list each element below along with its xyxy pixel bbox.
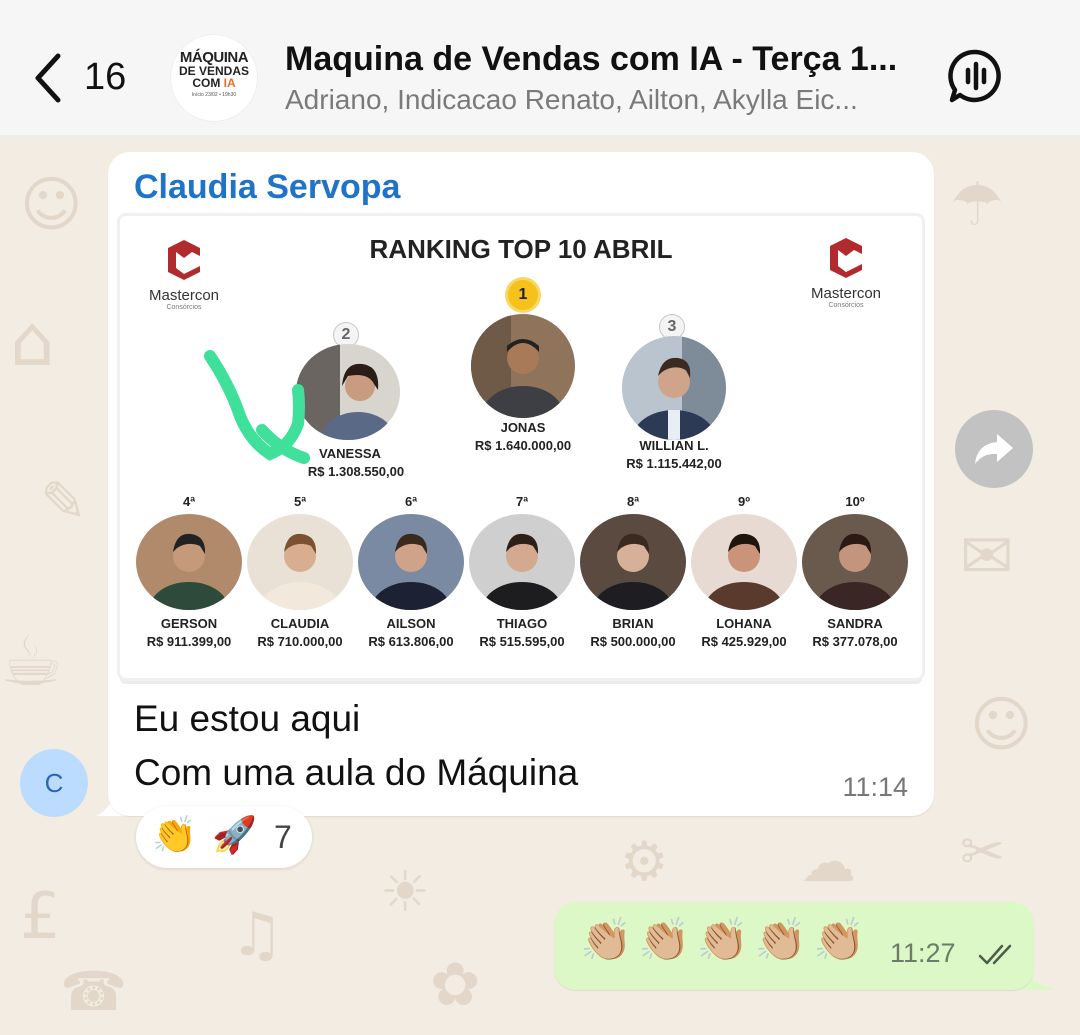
message-text-line1: Eu estou aqui — [134, 698, 361, 739]
photo-willian — [622, 336, 726, 440]
rocket-reaction: 🚀 — [212, 814, 257, 855]
group-avatar[interactable]: MÁQUINA DE VENDAS COM IA Início 23/02 • … — [170, 34, 258, 122]
highlight-arrow — [204, 350, 310, 464]
group-avatar-ia: IA — [223, 76, 236, 90]
sender-avatar[interactable]: C — [20, 749, 88, 817]
rank9-position: 9º — [738, 494, 750, 509]
group-avatar-line1: MÁQUINA — [179, 49, 249, 66]
clap-reaction: 👏 — [152, 814, 197, 855]
back-button[interactable] — [28, 48, 68, 108]
message-time: 11:14 — [842, 772, 908, 802]
photo-brian — [580, 514, 686, 610]
photo-claudia — [247, 514, 353, 610]
photo-ailson — [358, 514, 464, 610]
rank1-value: R$ 1.640.000,00 — [474, 438, 572, 453]
rank4-position: 4ª — [182, 494, 196, 509]
outgoing-message[interactable]: 👏🏼👏🏼👏🏼👏🏼👏🏼 11:27 — [554, 902, 1034, 990]
logo-name: Mastercon — [810, 285, 882, 302]
logo-sub: Consórcios — [828, 302, 864, 309]
back-chevron-icon — [35, 53, 61, 103]
rank7-position: 7ª — [515, 494, 529, 509]
rank1-name: JONAS — [500, 420, 546, 435]
audio-call-icon — [948, 49, 1001, 103]
photo-lohana — [691, 514, 797, 610]
rank8-position: 8ª — [626, 494, 640, 509]
rank10-name: SANDRA — [827, 616, 883, 631]
photo-gerson — [136, 514, 242, 610]
mastercon-logo-left: Mastercon Consórcios — [124, 238, 244, 311]
chat-title[interactable]: Maquina de Vendas com IA - Terça 1... — [285, 40, 925, 79]
rank10-position: 10º — [845, 494, 865, 509]
incoming-message[interactable]: Claudia Servopa RANKING TOP 10 ABRIL Mas… — [108, 152, 934, 816]
reactions-pill[interactable]: 👏 🚀 7 — [136, 806, 312, 868]
unread-count[interactable]: 16 — [84, 56, 126, 99]
chat-participants[interactable]: Adriano, Indicacao Renato, Ailton, Akyll… — [285, 84, 915, 116]
photo-thiago — [469, 514, 575, 610]
message-text-line2: Com uma aula do Máquina — [134, 752, 579, 793]
group-avatar-line3: COM IA — [170, 77, 258, 90]
rank5-position: 5ª — [293, 494, 307, 509]
reaction-count: 7 — [274, 819, 292, 855]
rank3-name: WILLIAN L. — [639, 438, 709, 453]
gold-medal: 1 — [508, 280, 538, 310]
sender-name[interactable]: Claudia Servopa — [134, 168, 400, 207]
audio-call-button[interactable] — [946, 46, 1006, 106]
rank3-value: R$ 1.115.442,00 — [626, 456, 722, 471]
mastercon-logo — [830, 238, 862, 278]
double-check-icon — [978, 944, 1012, 965]
group-avatar-line3a: COM — [192, 76, 224, 90]
mastercon-logo — [168, 240, 200, 280]
photo-sandra — [802, 514, 908, 610]
photo-jonas — [471, 314, 575, 418]
forward-button[interactable] — [955, 410, 1033, 488]
forward-icon — [975, 434, 1013, 464]
chat-header: 16 MÁQUINA DE VENDAS COM IA Início 23/02… — [0, 0, 1080, 136]
logo-sub: Consórcios — [166, 304, 202, 311]
rank10-value: R$ 377.078,00 — [812, 634, 898, 649]
mastercon-logo-right: Mastercon Consórcios — [786, 236, 906, 309]
group-avatar-date: Início 23/02 • 19h30 — [191, 92, 237, 98]
ranking-image[interactable]: RANKING TOP 10 ABRIL Mastercon Consórcio… — [120, 216, 922, 678]
logo-name: Mastercon — [148, 287, 220, 304]
outgoing-message-text: 👏🏼👏🏼👏🏼👏🏼👏🏼 — [580, 916, 872, 963]
outgoing-message-time: 11:27 — [890, 938, 956, 968]
rank6-position: 6ª — [404, 494, 418, 509]
